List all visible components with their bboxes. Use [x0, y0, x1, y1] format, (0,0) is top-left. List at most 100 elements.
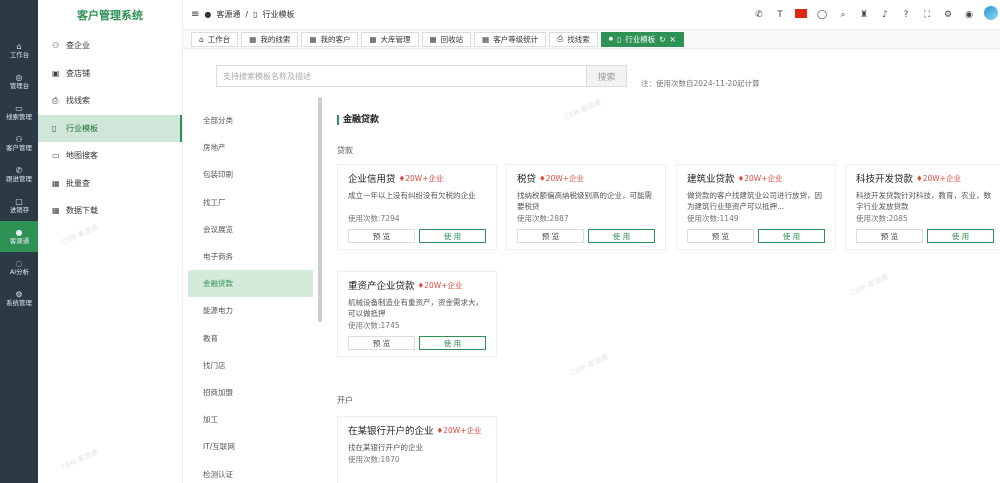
card-usage-count: 使用次数:2887: [517, 214, 569, 223]
search-input[interactable]: 支持搜索模板名称及描述: [216, 65, 586, 87]
tab-icon: ⎙: [557, 34, 564, 43]
language-flag-icon[interactable]: [795, 8, 807, 21]
category-item[interactable]: 金融贷款: [188, 270, 313, 298]
home-icon: ⌂: [16, 41, 22, 51]
bell-icon[interactable]: ♪: [879, 10, 891, 20]
category-item[interactable]: 电子商务: [188, 243, 313, 270]
close-icon[interactable]: ✕: [670, 35, 676, 44]
search-button[interactable]: 搜索: [586, 65, 627, 87]
tab-label: 我的线索: [260, 34, 291, 44]
help-icon[interactable]: ?: [900, 10, 912, 20]
preview-button[interactable]: 预 览: [687, 229, 754, 243]
menu-item-label: 查企业: [66, 41, 90, 51]
card-description: 科技开发贷款针对科技，教育，农业，数字行业发放贷款: [856, 191, 991, 211]
phone-icon[interactable]: ✆: [753, 10, 765, 20]
rail-item-7[interactable]: ◌ AI分析: [0, 252, 38, 283]
message-icon[interactable]: ◯: [816, 10, 828, 20]
category-item[interactable]: 会议展览: [188, 216, 313, 243]
settings-icon[interactable]: ⚙: [942, 10, 954, 20]
font-size-icon[interactable]: T: [774, 10, 786, 20]
menu-item-3[interactable]: ▯ 行业模板: [38, 114, 182, 142]
rail-item-1[interactable]: ◎ 管理台: [0, 66, 38, 97]
menu-item-2[interactable]: ⎙ 找线索: [38, 87, 182, 115]
rail-item-2[interactable]: ▭ 线索管理: [0, 97, 38, 128]
rail-item-label: 客源通: [9, 236, 29, 245]
category-item[interactable]: IT/互联网: [188, 433, 313, 460]
preview-button[interactable]: 预 览: [517, 229, 584, 243]
store-icon: ▣: [52, 68, 60, 78]
tab-1[interactable]: ▦ 我的线索: [241, 31, 299, 47]
preview-button[interactable]: 预 览: [348, 229, 415, 243]
company-count-badge: ♦20W+企业: [437, 425, 482, 436]
rail-logo-space: [0, 0, 38, 35]
preview-button[interactable]: 预 览: [348, 336, 415, 350]
search-icon[interactable]: ⌕: [837, 10, 849, 20]
card-title: 重资产企业贷款: [348, 281, 415, 292]
badge-text: 20W+企业: [405, 173, 444, 183]
card-actions: 预 览使 用: [517, 229, 655, 243]
card-title-row: 建筑业贷款 ♦20W+企业: [687, 171, 825, 186]
category-item[interactable]: 教育: [188, 325, 313, 352]
tab-5[interactable]: ▦ 客户等级统计: [474, 31, 547, 47]
category-item[interactable]: 找门店: [188, 352, 313, 379]
card-title: 科技开发贷款: [856, 174, 914, 185]
use-button[interactable]: 使 用: [419, 336, 486, 350]
category-item[interactable]: 加工: [188, 406, 313, 433]
menu-toggle-icon[interactable]: ≡: [191, 9, 199, 20]
category-item[interactable]: 找工厂: [188, 189, 313, 216]
template-card: 科技开发贷款 ♦20W+企业 科技开发贷款针对科技，教育，农业，数字行业发放贷款 使用…: [845, 164, 1000, 250]
left-rail: ⌂ 工作台 ◎ 管理台 ▭ 线索管理 ⚇ 客户管理 ✆ 跟进管理 ▢ 进销存 ● 客源通 ◌ AI分析 ⚙ 系统管…: [0, 0, 38, 483]
menu-item-5[interactable]: ▦ 批量查: [38, 170, 182, 198]
rail-item-6[interactable]: ● 客源通: [0, 221, 38, 252]
card-title: 企业信用贷: [348, 174, 396, 185]
category-scrollbar[interactable]: [318, 97, 322, 322]
tab-0[interactable]: ⌂ 工作台: [191, 31, 239, 47]
rail-item-4[interactable]: ✆ 跟进管理: [0, 159, 38, 190]
grid-icon: ▦: [52, 178, 60, 188]
category-item[interactable]: 包装印刷: [188, 161, 313, 188]
shirt-icon[interactable]: ♜: [858, 10, 870, 20]
tab-bar: ⌂ 工作台 ▦ 我的线索 ▦ 我的客户 ▦ 大库管理 ▦ 回收站 ▦ 客户等级统计 ⎙ 找线索 ● ▯ 行业模板…: [183, 30, 1000, 49]
category-item[interactable]: 招商加盟: [188, 379, 313, 406]
menu-item-6[interactable]: ▦ 数据下载: [38, 197, 182, 225]
category-item[interactable]: 全部分类: [188, 107, 313, 134]
breadcrumb-item-1[interactable]: 客源通: [216, 9, 240, 20]
category-item[interactable]: 房地产: [188, 134, 313, 161]
category-item[interactable]: 检测认证: [188, 460, 313, 483]
tab-4[interactable]: ▦ 回收站: [421, 31, 472, 47]
group-label-account: 开户: [337, 396, 353, 405]
company-count-badge: ♦20W+企业: [399, 173, 444, 184]
template-icon: ▯: [253, 10, 258, 19]
section-title: 金融贷款: [337, 115, 379, 125]
rail-item-label: 客户管理: [6, 143, 32, 152]
menu-item-0[interactable]: ⚇ 查企业: [38, 32, 182, 60]
badge-text: 20W+企业: [922, 173, 961, 183]
rail-item-3[interactable]: ⚇ 客户管理: [0, 128, 38, 159]
avatar[interactable]: [984, 6, 998, 23]
card-actions: 预 览使 用: [348, 336, 486, 350]
preview-button[interactable]: 预 览: [856, 229, 923, 243]
menu-item-4[interactable]: ▭ 地图搜客: [38, 142, 182, 170]
use-button[interactable]: 使 用: [758, 229, 825, 243]
use-button[interactable]: 使 用: [588, 229, 655, 243]
tab-6[interactable]: ⎙ 找线索: [549, 31, 598, 47]
fullscreen-icon[interactable]: ⛶: [921, 10, 933, 20]
tab-2[interactable]: ▦ 我的客户: [301, 31, 359, 47]
rail-item-0[interactable]: ⌂ 工作台: [0, 35, 38, 66]
rail-item-5[interactable]: ▢ 进销存: [0, 190, 38, 221]
watermark: CRM-客源通: [570, 353, 610, 377]
rail-item-8[interactable]: ⚙ 系统管理: [0, 283, 38, 314]
refresh-icon[interactable]: ↻: [659, 35, 665, 44]
rail-item-label: 系统管理: [6, 298, 32, 307]
card-actions: 预 览使 用: [856, 229, 994, 243]
category-item[interactable]: 能源电力: [188, 297, 313, 324]
use-button[interactable]: 使 用: [419, 229, 486, 243]
menu-item-1[interactable]: ▣ 查店铺: [38, 60, 182, 88]
use-button[interactable]: 使 用: [927, 229, 994, 243]
tab-3[interactable]: ▦ 大库管理: [361, 31, 419, 47]
grid-icon: ▦: [52, 206, 60, 216]
tab-7[interactable]: ● ▯ 行业模板 ↻ ✕: [600, 31, 684, 47]
watermark: CRM-客源通: [850, 273, 890, 297]
card-title-row: 税贷 ♦20W+企业: [517, 171, 655, 186]
github-icon[interactable]: ◉: [963, 10, 975, 20]
